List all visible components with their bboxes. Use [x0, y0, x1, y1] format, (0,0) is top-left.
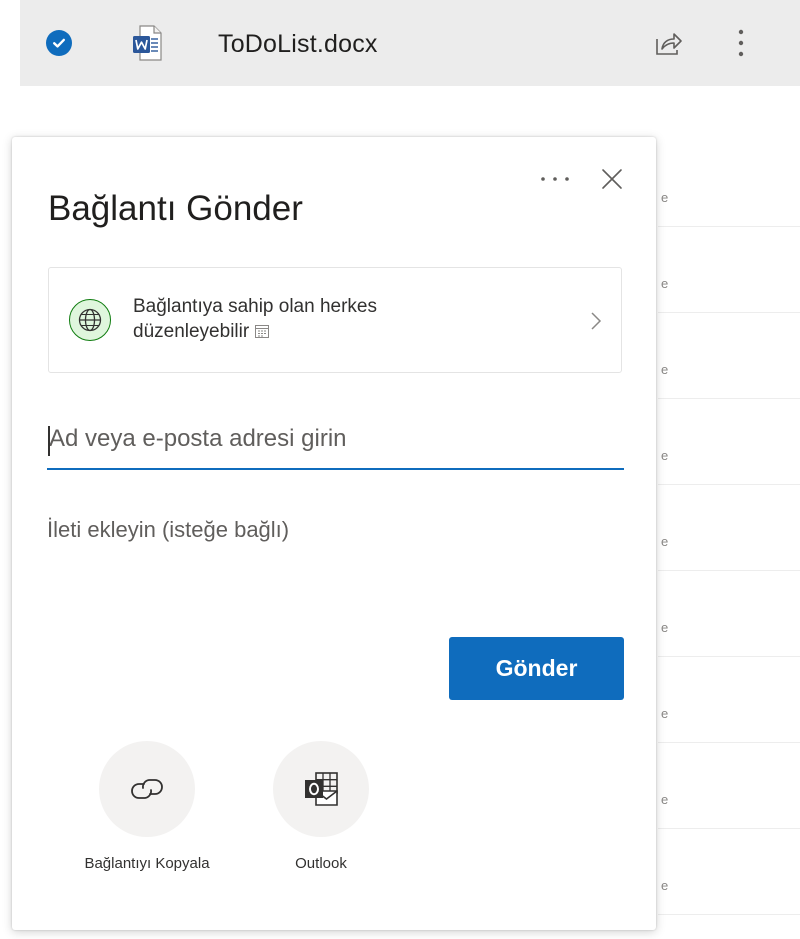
more-vertical-icon[interactable]	[735, 24, 747, 62]
check-circle-icon[interactable]	[46, 30, 72, 56]
link-icon[interactable]	[99, 741, 195, 837]
copy-link-label: Bağlantıyı Kopyala	[84, 855, 210, 872]
globe-icon	[69, 299, 111, 341]
list-item: e	[658, 398, 800, 485]
link-settings-button[interactable]: Bağlantıya sahip olan herkes düzenleyebi…	[48, 267, 622, 373]
send-link-dialog: Bağlantı Gönder Bağlantıya sahip olan he…	[12, 137, 656, 930]
dialog-title: Bağlantı Gönder	[48, 189, 303, 228]
truncated-text: e	[661, 276, 669, 291]
truncated-text: e	[661, 362, 669, 377]
truncated-text: e	[661, 706, 669, 721]
background-file-list: e e e e e e e e e	[658, 140, 800, 939]
truncated-text: e	[661, 620, 669, 635]
list-item: e	[658, 312, 800, 399]
share-icon[interactable]	[653, 28, 683, 58]
chevron-right-icon	[589, 310, 603, 332]
truncated-text: e	[661, 190, 669, 205]
more-options-icon[interactable]	[532, 159, 578, 199]
list-item: e	[658, 484, 800, 571]
file-row[interactable]: ToDoList.docx	[20, 0, 800, 86]
list-item: e	[658, 226, 800, 313]
message-input[interactable]	[47, 517, 622, 597]
close-icon[interactable]	[592, 159, 632, 199]
text-cursor	[48, 426, 50, 456]
list-item: e	[658, 828, 800, 915]
list-item: e	[658, 570, 800, 657]
outlook-icon[interactable]	[273, 741, 369, 837]
list-item: e	[658, 742, 800, 829]
permission-line1: Bağlantıya sahip olan herkes	[133, 296, 377, 317]
recipient-field[interactable]	[47, 414, 626, 470]
file-name[interactable]: ToDoList.docx	[218, 30, 378, 59]
calendar-icon	[254, 321, 270, 346]
outlook-option[interactable]: Outlook	[246, 741, 396, 891]
send-button[interactable]: Gönder	[449, 637, 624, 700]
permission-description: Bağlantıya sahip olan herkes düzenleyebi…	[133, 294, 493, 346]
truncated-text: e	[661, 534, 669, 549]
list-item: e	[658, 140, 800, 227]
recipient-input[interactable]	[47, 414, 626, 464]
copy-link-option[interactable]: Bağlantıyı Kopyala	[72, 741, 222, 891]
truncated-text: e	[661, 448, 669, 463]
truncated-text: e	[661, 878, 669, 893]
permission-line2: düzenleyebilir	[133, 321, 250, 342]
list-item: e	[658, 656, 800, 743]
truncated-text: e	[661, 792, 669, 807]
word-document-icon	[132, 25, 162, 61]
outlook-label: Outlook	[295, 855, 347, 872]
